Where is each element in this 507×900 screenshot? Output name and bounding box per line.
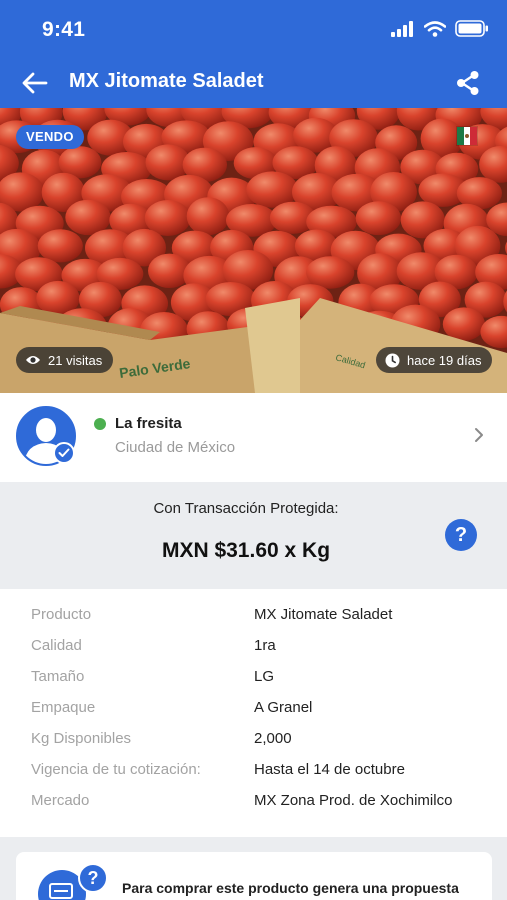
detail-label: Kg Disponibles [31,730,132,747]
visits-count: 21 visitas [48,352,103,368]
detail-value: MX Jitomate Saladet [254,606,393,623]
help-button[interactable]: ? [445,519,477,551]
verified-badge-icon [53,442,75,464]
tomato [37,229,83,263]
back-button[interactable] [20,70,50,96]
question-icon: ? [87,867,99,888]
tomato [186,197,230,236]
app-bar: MX Jitomate Saladet [0,58,507,108]
status-icons [391,20,489,37]
clock-icon [385,353,400,367]
signal-icon [391,20,413,37]
status-bar: 9:41 [0,0,507,58]
detail-label: Empaque [31,699,96,716]
share-icon [457,71,479,95]
arrow-left-icon [22,72,48,94]
detail-value: 1ra [254,637,276,654]
proposal-card[interactable]: ? Para comprar este producto genera una … [16,852,492,900]
battery-icon [455,20,488,37]
visits-chip: 21 visitas [16,347,114,373]
online-status-dot [94,418,106,430]
detail-row: Tamaño LG [0,662,507,693]
proposal-section: ? Para comprar este producto genera una … [0,837,507,900]
product-details: Producto MX Jitomate Saladet Calidad 1ra… [0,589,507,837]
detail-label: Producto [31,606,92,623]
detail-label: Mercado [31,792,90,809]
price-section: Con Transacción Protegida: MXN $31.60 x … [0,482,507,589]
chevron-right-icon [475,428,483,442]
mexico-flag-icon [456,126,478,146]
detail-value: MX Zona Prod. de Xochimilco [254,792,453,809]
detail-row: Kg Disponibles 2,000 [0,724,507,755]
seller-location: Ciudad de México [115,439,236,456]
wifi-icon [424,20,446,37]
detail-value: A Granel [254,699,313,716]
detail-label: Tamaño [31,668,85,685]
question-icon: ? [454,523,468,546]
detail-label: Calidad [31,637,82,654]
tomato [355,201,402,236]
tomato [306,256,355,289]
detail-label: Vigencia de tu cotización: [31,761,201,778]
detail-row: Empaque A Granel [0,693,507,724]
posted-chip: hace 19 días [376,347,493,373]
detail-value: LG [254,668,275,685]
detail-row: Calidad 1ra [0,631,507,662]
eye-icon [26,356,40,364]
detail-row: Producto MX Jitomate Saladet [0,600,507,631]
posted-time: hace 19 días [407,352,482,368]
proposal-help-button[interactable]: ? [78,863,108,893]
price-value: MXN $31.60 x Kg [161,539,331,562]
seller-name: La fresita [115,415,182,432]
share-button[interactable] [453,68,483,98]
proposal-text: Para comprar este producto genera una pr… [122,880,459,896]
tomato [442,307,485,341]
detail-value: 2,000 [254,730,292,747]
detail-row: Vigencia de tu cotización: Hasta el 14 d… [0,755,507,786]
status-time: 9:41 [42,18,86,41]
sale-badge: VENDO [16,125,84,149]
detail-row: Mercado MX Zona Prod. de Xochimilco [0,786,507,817]
price-label: Con Transacción Protegida: [153,500,339,517]
detail-value: Hasta el 14 de octubre [254,761,405,778]
seller-card[interactable]: La fresita Ciudad de México [0,393,507,482]
page-title: MX Jitomate Saladet [69,70,264,92]
